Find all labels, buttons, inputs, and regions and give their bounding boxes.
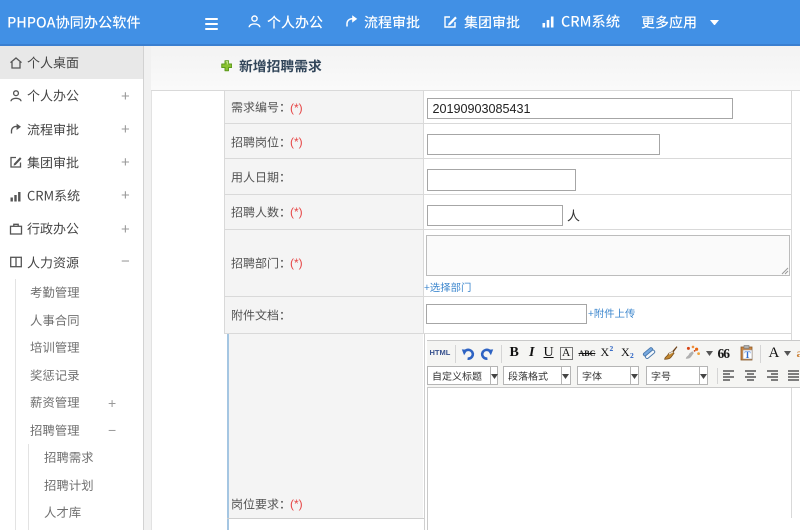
svg-text:T: T [744,350,750,360]
